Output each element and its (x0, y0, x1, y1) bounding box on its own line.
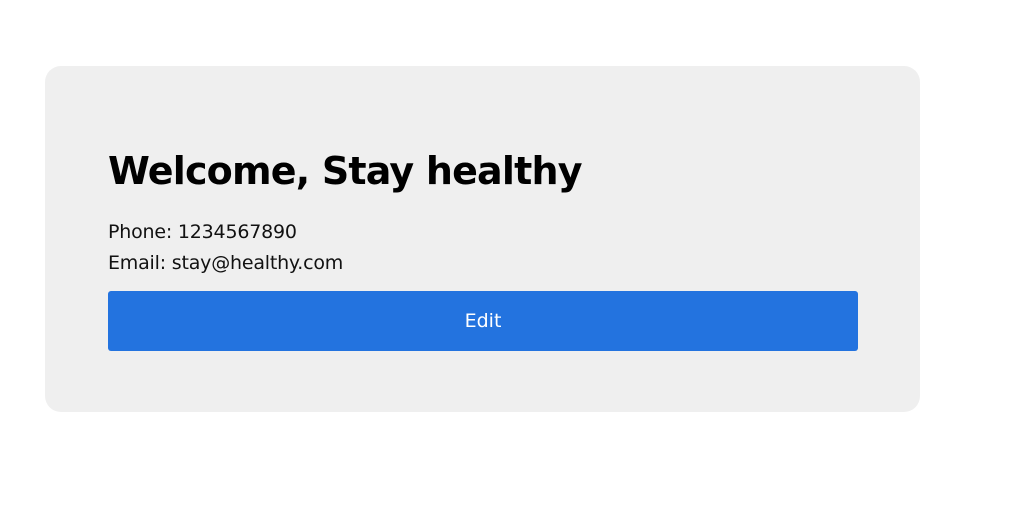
edit-button[interactable]: Edit (108, 291, 858, 351)
phone-text: Phone: 1234567890 (108, 221, 297, 243)
welcome-title: Welcome, Stay healthy (108, 149, 583, 193)
profile-card: Welcome, Stay healthy Phone: 1234567890 … (45, 66, 920, 412)
email-text: Email: stay@healthy.com (108, 252, 344, 274)
